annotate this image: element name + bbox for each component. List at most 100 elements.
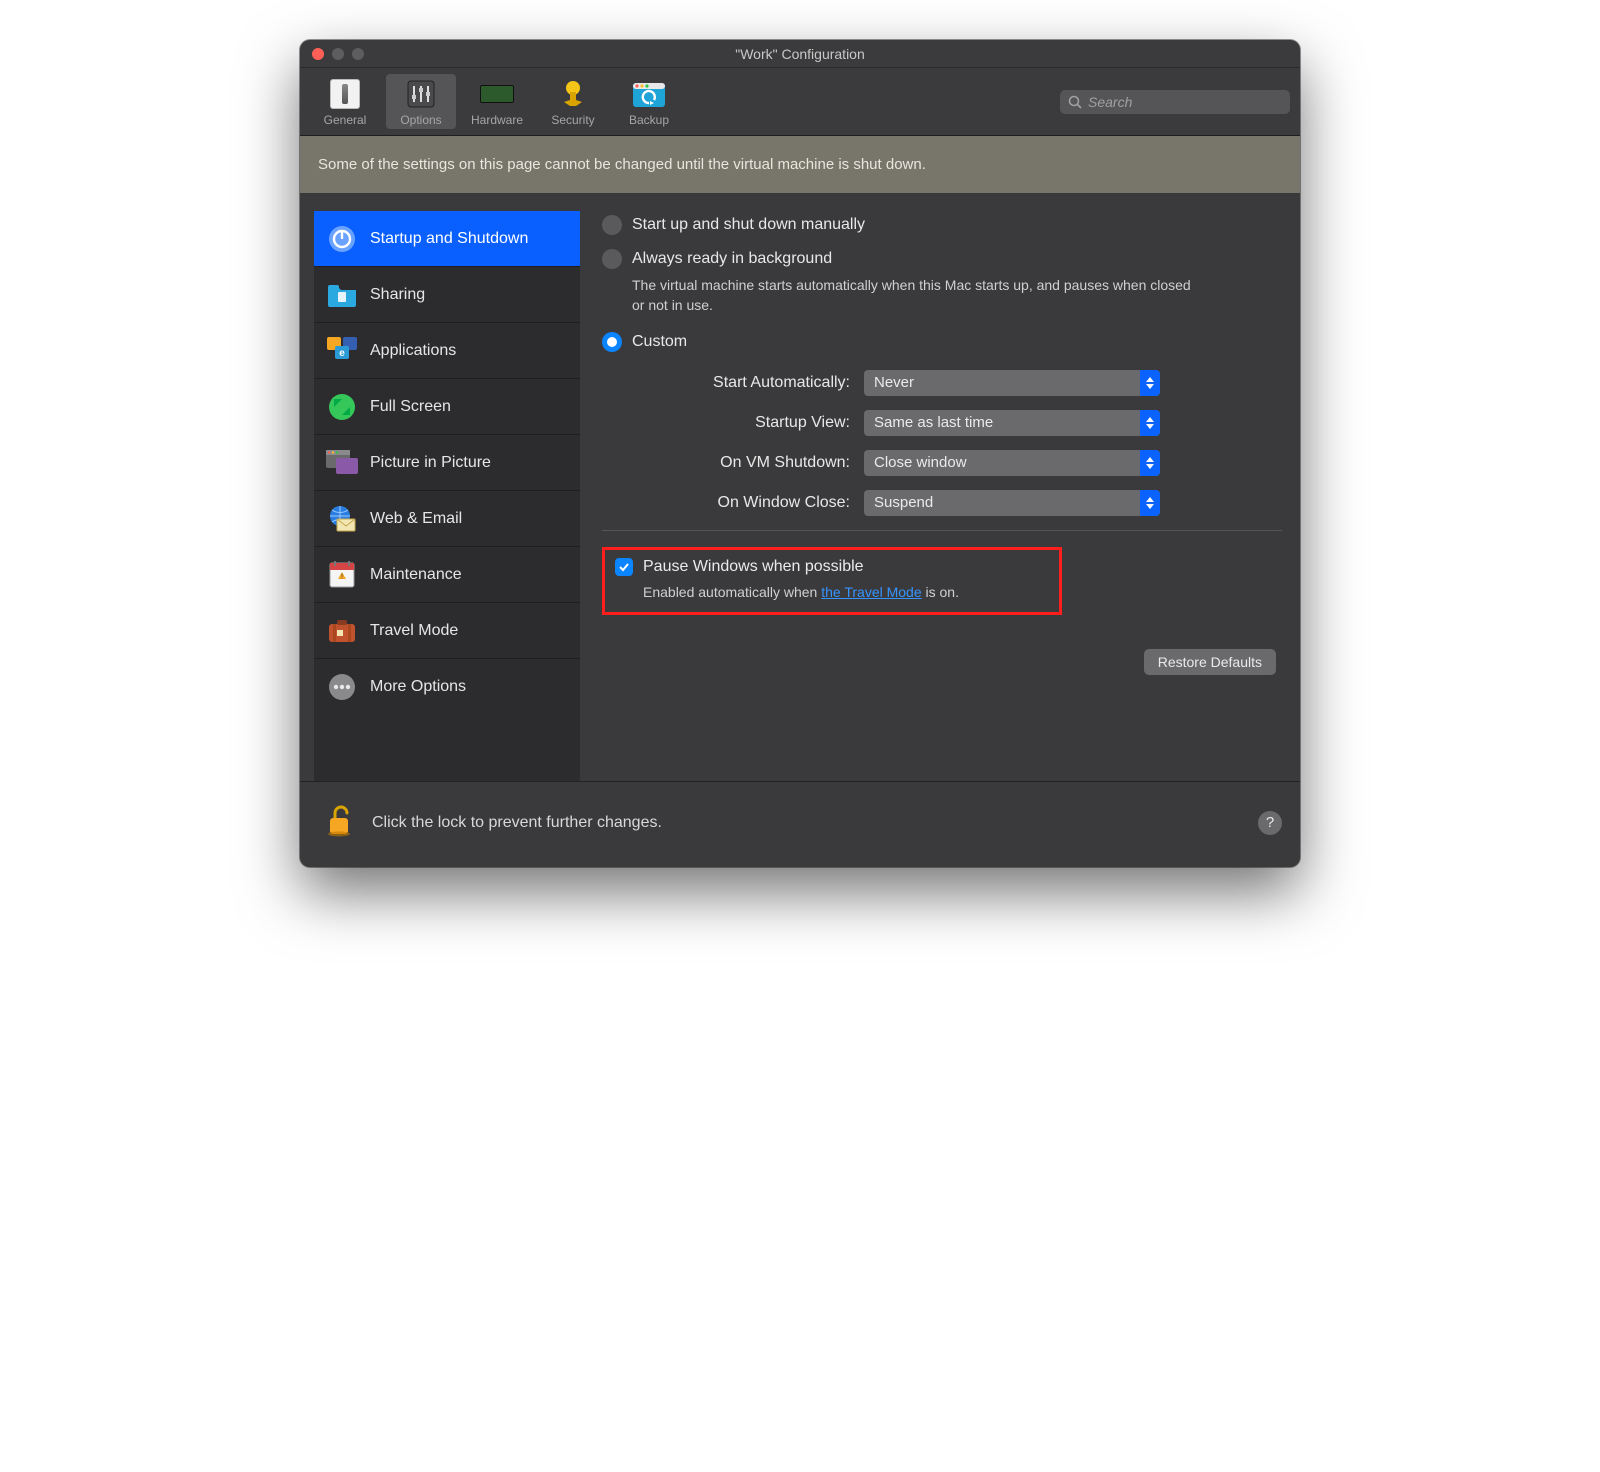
toolbar-tab-security[interactable]: Security [538,74,608,129]
svg-text:e: e [339,348,345,359]
toolbar-label: Options [400,113,441,127]
toolbar-label: Backup [629,113,669,127]
maintenance-icon: ! [326,559,358,591]
search-icon [1068,95,1082,109]
window-title: "Work" Configuration [300,46,1300,62]
sidebar-item-more-options[interactable]: More Options [314,659,580,715]
minimize-window-button[interactable] [332,48,344,60]
toolbar-label: General [324,113,367,127]
checkmark-icon [618,561,630,573]
sidebar-item-label: Picture in Picture [370,454,491,472]
radio-always-ready[interactable]: Always ready in background [602,249,1282,269]
chevron-updown-icon [1140,370,1160,396]
help-button[interactable]: ? [1258,811,1282,835]
security-icon [555,76,591,112]
sub-prefix: Enabled automatically when [643,584,821,600]
sidebar: Startup and Shutdown Sharing e Applicati… [314,211,580,781]
radio-button[interactable] [602,215,622,235]
field-label: On VM Shutdown: [602,454,864,472]
start-automatically-select[interactable]: Never [864,370,1160,396]
radio-button[interactable] [602,249,622,269]
radio-label: Start up and shut down manually [632,216,865,234]
applications-icon: e [326,335,358,367]
pip-icon [326,447,358,479]
toolbar-label: Hardware [471,113,523,127]
svg-text:!: ! [341,573,343,580]
lock-text: Click the lock to prevent further change… [372,814,662,832]
sub-suffix: is on. [922,584,959,600]
radio-manual[interactable]: Start up and shut down manually [602,215,1282,235]
titlebar: "Work" Configuration [300,40,1300,68]
field-label: On Window Close: [602,494,864,512]
sidebar-item-travel-mode[interactable]: Travel Mode [314,603,580,659]
search-input[interactable] [1088,94,1282,110]
select-value: Never [874,374,914,391]
body: Startup and Shutdown Sharing e Applicati… [300,193,1300,781]
radio-label: Custom [632,333,687,351]
sidebar-item-label: Full Screen [370,398,451,416]
lock-icon[interactable] [326,804,354,841]
travel-mode-link[interactable]: the Travel Mode [821,584,921,600]
custom-options: Start Automatically: Never Startup View:… [602,370,1282,516]
toolbar-tab-backup[interactable]: Backup [614,74,684,129]
sidebar-item-label: Travel Mode [370,622,458,640]
highlighted-region: Pause Windows when possible Enabled auto… [602,547,1062,615]
hardware-icon [479,76,515,112]
web-email-icon [326,503,358,535]
config-window: "Work" Configuration General Options [300,40,1300,867]
divider [602,530,1282,531]
sidebar-item-maintenance[interactable]: ! Maintenance [314,547,580,603]
chevron-updown-icon [1140,450,1160,476]
backup-icon [631,76,667,112]
toolbar-label: Security [551,113,594,127]
more-icon [326,671,358,703]
radio-custom[interactable]: Custom [602,332,1282,352]
field-label: Startup View: [602,414,864,432]
fullscreen-icon [326,391,358,423]
field-label: Start Automatically: [602,374,864,392]
toolbar: General Options Hardware [300,68,1300,136]
close-window-button[interactable] [312,48,324,60]
sidebar-item-sharing[interactable]: Sharing [314,267,580,323]
chevron-updown-icon [1140,490,1160,516]
sidebar-item-label: Sharing [370,286,425,304]
search-field[interactable] [1060,90,1290,114]
sidebar-item-applications[interactable]: e Applications [314,323,580,379]
sidebar-item-label: Web & Email [370,510,462,528]
sidebar-item-label: Maintenance [370,566,462,584]
window-controls [300,48,364,60]
toolbar-tab-options[interactable]: Options [386,74,456,129]
settings-pane: Start up and shut down manually Always r… [598,211,1286,781]
select-value: Suspend [874,494,933,511]
checkbox[interactable] [615,558,633,576]
restore-defaults-button[interactable]: Restore Defaults [1144,649,1276,675]
sidebar-item-web-email[interactable]: Web & Email [314,491,580,547]
power-icon [326,223,358,255]
warning-banner: Some of the settings on this page cannot… [300,136,1300,193]
sidebar-item-label: Applications [370,342,456,360]
zoom-window-button[interactable] [352,48,364,60]
sidebar-item-label: More Options [370,678,466,696]
on-window-close-select[interactable]: Suspend [864,490,1160,516]
checkbox-label: Pause Windows when possible [643,558,864,576]
radio-label: Always ready in background [632,250,832,268]
footer: Click the lock to prevent further change… [300,781,1300,867]
select-value: Close window [874,454,967,471]
sidebar-item-startup-shutdown[interactable]: Startup and Shutdown [314,211,580,267]
radio-subtext: The virtual machine starts automatically… [632,275,1192,316]
toolbar-tab-hardware[interactable]: Hardware [462,74,532,129]
sidebar-item-label: Startup and Shutdown [370,230,528,248]
suitcase-icon [326,615,358,647]
checkbox-subtext: Enabled automatically when the Travel Mo… [643,584,1049,600]
pause-windows-checkbox-row[interactable]: Pause Windows when possible [615,558,1049,576]
on-vm-shutdown-select[interactable]: Close window [864,450,1160,476]
startup-view-select[interactable]: Same as last time [864,410,1160,436]
select-value: Same as last time [874,414,993,431]
chevron-updown-icon [1140,410,1160,436]
toolbar-tab-general[interactable]: General [310,74,380,129]
sidebar-item-full-screen[interactable]: Full Screen [314,379,580,435]
general-icon [327,76,363,112]
folder-icon [326,279,358,311]
sidebar-item-picture-in-picture[interactable]: Picture in Picture [314,435,580,491]
radio-button[interactable] [602,332,622,352]
